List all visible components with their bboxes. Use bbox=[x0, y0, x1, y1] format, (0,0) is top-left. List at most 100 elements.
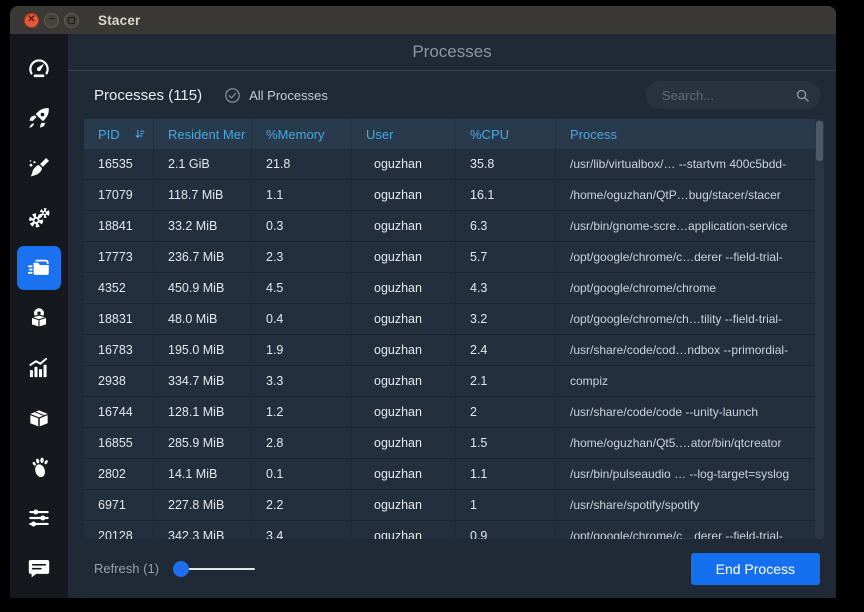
cell-pid: 2802 bbox=[84, 459, 154, 488]
minimize-button[interactable]: − bbox=[44, 13, 59, 28]
desktop-background: ✕ − Stacer bbox=[0, 0, 864, 612]
package-box-icon bbox=[26, 405, 52, 431]
maximize-button[interactable] bbox=[64, 13, 79, 28]
sidebar-item-uninstaller[interactable] bbox=[17, 296, 61, 340]
stacer-window: ✕ − Stacer bbox=[10, 6, 836, 598]
cell-process: /usr/share/code/code --unity-launch bbox=[556, 397, 815, 426]
cell-pid: 16535 bbox=[84, 149, 154, 178]
sidebar-item-services[interactable] bbox=[17, 196, 61, 240]
column-header-user[interactable]: User bbox=[352, 119, 456, 149]
cell-cpu-percent: 1.1 bbox=[456, 459, 556, 488]
sidebar-item-startup-apps[interactable] bbox=[17, 96, 61, 140]
cell-resident-memory: 128.1 MiB bbox=[154, 397, 252, 426]
table-header-row: PID Resident Mer %Memory User bbox=[84, 119, 815, 149]
cell-process: /opt/google/chrome/c…derer --field-trial… bbox=[556, 521, 815, 539]
sidebar-item-feedback[interactable] bbox=[17, 546, 61, 590]
table-row[interactable]: 2802 14.1 MiB 0.1 oguzhan 1.1 /usr/bin/p… bbox=[84, 459, 815, 490]
cell-cpu-percent: 4.3 bbox=[456, 273, 556, 302]
cell-pid: 16855 bbox=[84, 428, 154, 457]
cell-user: oguzhan bbox=[352, 149, 456, 178]
table-row[interactable]: 18841 33.2 MiB 0.3 oguzhan 6.3 /usr/bin/… bbox=[84, 211, 815, 242]
table-scrollbar[interactable] bbox=[815, 119, 824, 539]
table-row[interactable]: 16783 195.0 MiB 1.9 oguzhan 2.4 /usr/sha… bbox=[84, 335, 815, 366]
column-header-pid[interactable]: PID bbox=[84, 119, 154, 149]
table-row[interactable]: 20128 342.3 MiB 3.4 oguzhan 0.9 /opt/goo… bbox=[84, 521, 815, 539]
gnome-foot-icon bbox=[26, 455, 52, 481]
close-button[interactable]: ✕ bbox=[24, 13, 39, 28]
cell-cpu-percent: 1.5 bbox=[456, 428, 556, 457]
titlebar[interactable]: ✕ − Stacer bbox=[10, 6, 836, 34]
refresh-interval-slider[interactable] bbox=[173, 561, 255, 577]
cell-process: compiz bbox=[556, 366, 815, 395]
cell-process: /usr/share/spotify/spotify bbox=[556, 490, 815, 519]
slider-knob[interactable] bbox=[173, 561, 189, 577]
column-header-process[interactable]: Process bbox=[556, 119, 815, 149]
cell-user: oguzhan bbox=[352, 366, 456, 395]
all-processes-toggle[interactable]: All Processes bbox=[224, 87, 328, 104]
sidebar-item-system-cleaner[interactable] bbox=[17, 146, 61, 190]
cell-memory-percent: 3.4 bbox=[252, 521, 352, 539]
column-header-cpu-percent[interactable]: %CPU bbox=[456, 119, 556, 149]
search-icon bbox=[795, 88, 810, 103]
scrollbar-thumb[interactable] bbox=[816, 121, 823, 161]
all-processes-label: All Processes bbox=[249, 88, 328, 103]
resources-chart-icon bbox=[26, 355, 52, 381]
sidebar-item-processes[interactable] bbox=[17, 246, 61, 290]
sidebar bbox=[10, 34, 68, 598]
cell-memory-percent: 0.1 bbox=[252, 459, 352, 488]
search-box[interactable] bbox=[646, 81, 820, 109]
cell-user: oguzhan bbox=[352, 211, 456, 240]
table-row[interactable]: 4352 450.9 MiB 4.5 oguzhan 4.3 /opt/goog… bbox=[84, 273, 815, 304]
cell-resident-memory: 33.2 MiB bbox=[154, 211, 252, 240]
sidebar-item-package-manager[interactable] bbox=[17, 396, 61, 440]
table-row[interactable]: 6971 227.8 MiB 2.2 oguzhan 1 /usr/share/… bbox=[84, 490, 815, 521]
cell-cpu-percent: 2 bbox=[456, 397, 556, 426]
sidebar-item-resources[interactable] bbox=[17, 346, 61, 390]
cell-user: oguzhan bbox=[352, 521, 456, 539]
cell-memory-percent: 2.8 bbox=[252, 428, 352, 457]
cell-resident-memory: 450.9 MiB bbox=[154, 273, 252, 302]
column-header-resident-memory[interactable]: Resident Mer bbox=[154, 119, 252, 149]
footer-bar: Refresh (1) End Process bbox=[68, 539, 836, 598]
table-row[interactable]: 17773 236.7 MiB 2.3 oguzhan 5.7 /opt/goo… bbox=[84, 242, 815, 273]
cell-memory-percent: 1.1 bbox=[252, 180, 352, 209]
process-table: PID Resident Mer %Memory User bbox=[84, 119, 824, 539]
page-title: Processes bbox=[412, 42, 491, 62]
cell-process: /usr/bin/pulseaudio … --log-target=syslo… bbox=[556, 459, 815, 488]
table-row[interactable]: 2938 334.7 MiB 3.3 oguzhan 2.1 compiz bbox=[84, 366, 815, 397]
sliders-icon bbox=[26, 505, 52, 531]
cell-user: oguzhan bbox=[352, 397, 456, 426]
cell-resident-memory: 48.0 MiB bbox=[154, 304, 252, 333]
cell-memory-percent: 1.9 bbox=[252, 335, 352, 364]
cell-user: oguzhan bbox=[352, 273, 456, 302]
cell-pid: 17079 bbox=[84, 180, 154, 209]
sidebar-item-settings[interactable] bbox=[17, 496, 61, 540]
cell-pid: 18831 bbox=[84, 304, 154, 333]
sort-desc-icon bbox=[134, 127, 145, 141]
search-input[interactable] bbox=[660, 87, 795, 104]
cell-memory-percent: 4.5 bbox=[252, 273, 352, 302]
cell-resident-memory: 285.9 MiB bbox=[154, 428, 252, 457]
cell-memory-percent: 21.8 bbox=[252, 149, 352, 178]
table-row[interactable]: 16744 128.1 MiB 1.2 oguzhan 2 /usr/share… bbox=[84, 397, 815, 428]
cell-memory-percent: 0.3 bbox=[252, 211, 352, 240]
cell-process: /home/oguzhan/QtP…bug/stacer/stacer bbox=[556, 180, 815, 209]
sidebar-item-dashboard[interactable] bbox=[17, 46, 61, 90]
cell-process: /opt/google/chrome/chrome bbox=[556, 273, 815, 302]
window-title: Stacer bbox=[98, 13, 140, 28]
uninstaller-icon bbox=[26, 305, 52, 331]
cell-resident-memory: 2.1 GiB bbox=[154, 149, 252, 178]
end-process-button[interactable]: End Process bbox=[691, 553, 820, 585]
cell-resident-memory: 195.0 MiB bbox=[154, 335, 252, 364]
table-row[interactable]: 18831 48.0 MiB 0.4 oguzhan 3.2 /opt/goog… bbox=[84, 304, 815, 335]
cell-cpu-percent: 3.2 bbox=[456, 304, 556, 333]
column-header-memory-percent[interactable]: %Memory bbox=[252, 119, 352, 149]
table-row[interactable]: 16535 2.1 GiB 21.8 oguzhan 35.8 /usr/lib… bbox=[84, 149, 815, 180]
sidebar-item-gnome-settings[interactable] bbox=[17, 446, 61, 490]
cell-cpu-percent: 35.8 bbox=[456, 149, 556, 178]
message-bubble-icon bbox=[26, 555, 52, 581]
table-row[interactable]: 16855 285.9 MiB 2.8 oguzhan 1.5 /home/og… bbox=[84, 428, 815, 459]
cell-process: /usr/share/code/cod…ndbox --primordial- bbox=[556, 335, 815, 364]
table-row[interactable]: 17079 118.7 MiB 1.1 oguzhan 16.1 /home/o… bbox=[84, 180, 815, 211]
gears-icon bbox=[26, 205, 52, 231]
